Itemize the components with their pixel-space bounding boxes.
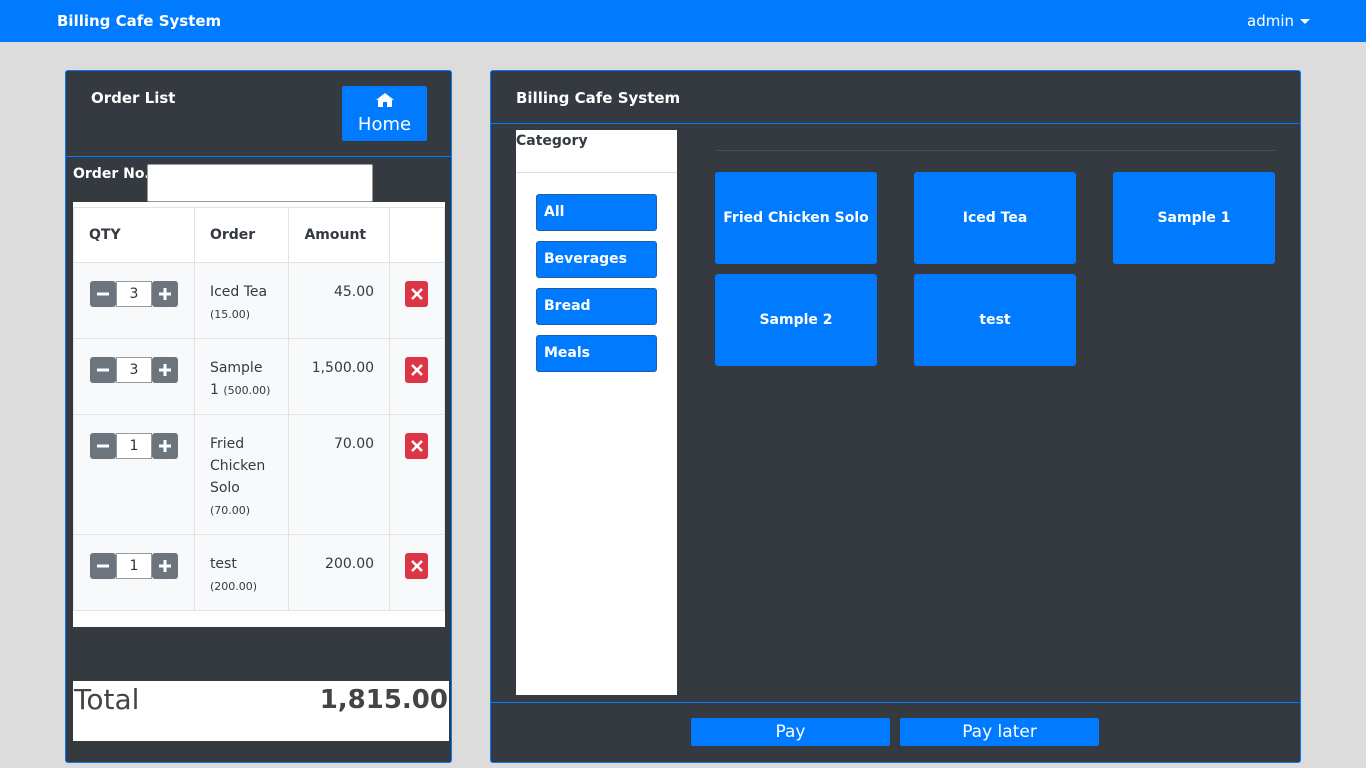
product-button[interactable]: test	[914, 274, 1076, 366]
quantity-stepper: 1	[90, 433, 179, 459]
increase-qty-button[interactable]	[152, 433, 178, 459]
item-amount: 200.00	[288, 534, 391, 611]
times-icon	[410, 560, 423, 572]
product-button[interactable]: Iced Tea	[914, 172, 1076, 264]
item-unit-price: (200.00)	[209, 580, 258, 593]
quantity-input[interactable]: 1	[116, 553, 152, 579]
category-panel: Category All Beverages Bread Meals	[516, 130, 677, 695]
navbar-brand[interactable]: Billing Cafe System	[57, 12, 221, 30]
product-button[interactable]: Sample 2	[715, 274, 877, 366]
increase-qty-button[interactable]	[152, 357, 178, 383]
order-table-container: QTY Order Amount 3 Iced Tea (15.00) 45.00	[73, 202, 445, 627]
total-value: 1,815.00	[319, 685, 448, 715]
total-label: Total	[74, 683, 140, 716]
quantity-stepper: 3	[90, 281, 179, 307]
column-header-actions	[389, 207, 445, 263]
plus-icon	[159, 440, 171, 452]
divider	[491, 123, 1300, 124]
times-icon	[410, 288, 423, 300]
increase-qty-button[interactable]	[152, 281, 178, 307]
item-name: Iced Tea	[209, 284, 268, 300]
total-box: Total 1,815.00	[73, 681, 449, 741]
order-table: QTY Order Amount 3 Iced Tea (15.00) 45.00	[73, 207, 445, 611]
navbar: Billing Cafe System admin	[0, 0, 1366, 42]
divider	[491, 702, 1300, 703]
category-button-all[interactable]: All	[536, 194, 657, 231]
menu-card-title: Billing Cafe System	[516, 89, 681, 107]
category-title: Category	[516, 133, 588, 149]
quantity-stepper: 3	[90, 357, 179, 383]
user-name: admin	[1247, 12, 1294, 30]
user-dropdown[interactable]: admin	[1247, 12, 1310, 30]
pay-later-button[interactable]: Pay later	[900, 718, 1099, 746]
table-row: 1 test (200.00) 200.00	[73, 534, 445, 611]
item-amount: 70.00	[288, 414, 391, 535]
category-button-bread[interactable]: Bread	[536, 288, 657, 325]
home-button-label: Home	[357, 114, 412, 135]
times-icon	[410, 440, 423, 452]
order-list-card: Order List Home Order No. QTY Order Amou…	[65, 70, 452, 763]
remove-item-button[interactable]	[405, 553, 429, 579]
decrease-qty-button[interactable]	[90, 433, 116, 459]
plus-icon	[159, 560, 171, 572]
item-unit-price: (15.00)	[209, 308, 251, 321]
column-header-amount: Amount	[288, 207, 391, 263]
item-amount: 1,500.00	[288, 338, 391, 415]
divider	[716, 150, 1276, 151]
item-unit-price: (500.00)	[223, 384, 271, 397]
divider	[516, 172, 677, 173]
times-icon	[410, 364, 423, 376]
increase-qty-button[interactable]	[152, 553, 178, 579]
menu-card: Billing Cafe System Category All Beverag…	[490, 70, 1301, 763]
quantity-input[interactable]: 3	[116, 357, 152, 383]
decrease-qty-button[interactable]	[90, 281, 116, 307]
order-no-input[interactable]	[147, 164, 373, 202]
divider	[66, 156, 451, 157]
quantity-input[interactable]: 1	[116, 433, 152, 459]
column-header-qty: QTY	[73, 207, 195, 263]
home-button[interactable]: Home	[342, 86, 427, 141]
plus-icon	[159, 288, 171, 300]
table-row: 3 Iced Tea (15.00) 45.00	[73, 262, 445, 339]
remove-item-button[interactable]	[405, 357, 429, 383]
plus-icon	[159, 364, 171, 376]
item-unit-price: (70.00)	[209, 504, 251, 517]
decrease-qty-button[interactable]	[90, 357, 116, 383]
product-button[interactable]: Sample 1	[1113, 172, 1275, 264]
quantity-stepper: 1	[90, 553, 179, 579]
item-name: Fried Chicken Solo	[209, 436, 266, 496]
order-list-title: Order List	[91, 89, 176, 107]
minus-icon	[97, 368, 109, 372]
decrease-qty-button[interactable]	[90, 553, 116, 579]
category-button-meals[interactable]: Meals	[536, 335, 657, 372]
category-button-beverages[interactable]: Beverages	[536, 241, 657, 278]
order-no-label: Order No.	[73, 166, 150, 182]
table-row: 3 Sample 1 (500.00) 1,500.00	[73, 338, 445, 415]
caret-down-icon	[1300, 19, 1310, 24]
product-button[interactable]: Fried Chicken Solo	[715, 172, 877, 264]
minus-icon	[97, 292, 109, 296]
remove-item-button[interactable]	[405, 281, 429, 307]
item-amount: 45.00	[288, 262, 391, 339]
table-row: 1 Fried Chicken Solo (70.00) 70.00	[73, 414, 445, 535]
item-name: test	[209, 556, 237, 572]
minus-icon	[97, 444, 109, 448]
remove-item-button[interactable]	[405, 433, 429, 459]
pay-button[interactable]: Pay	[691, 718, 890, 746]
column-header-order: Order	[193, 207, 290, 263]
home-icon	[375, 93, 394, 107]
quantity-input[interactable]: 3	[116, 281, 152, 307]
minus-icon	[97, 564, 109, 568]
